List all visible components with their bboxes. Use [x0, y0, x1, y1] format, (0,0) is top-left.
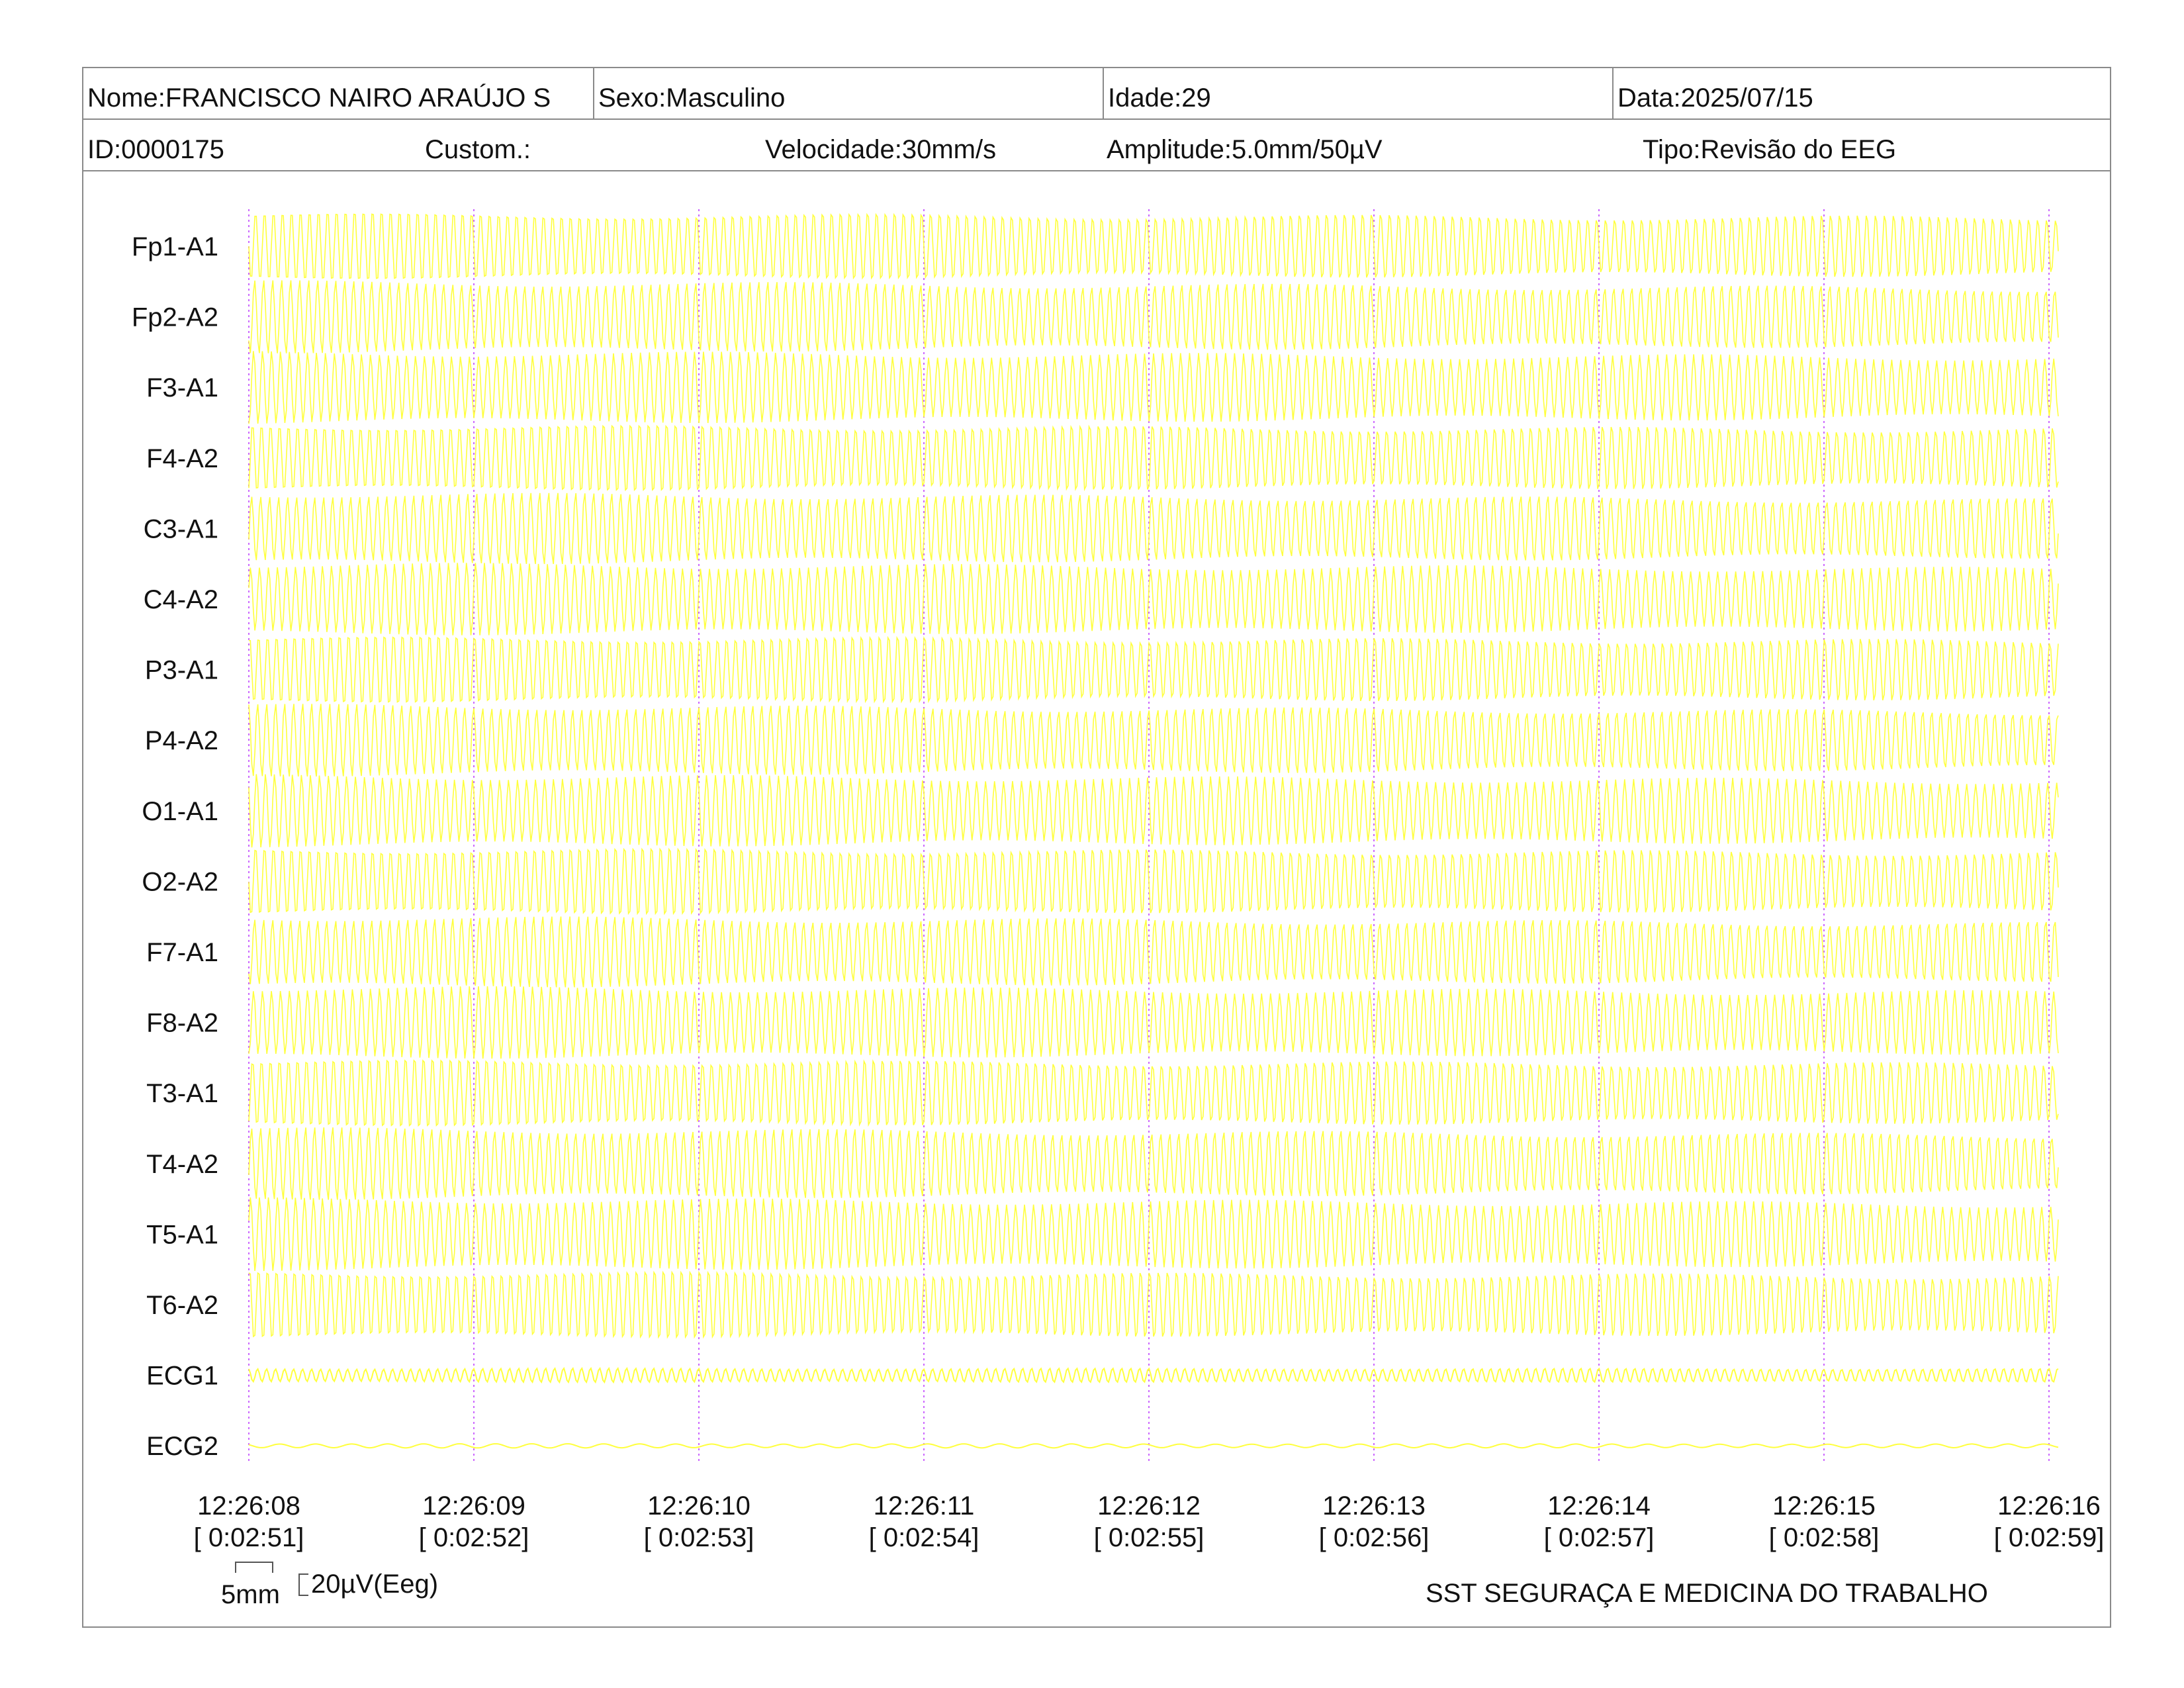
time-tick-clock: 12:26:14: [1547, 1491, 1651, 1521]
time-tick-clock: 12:26:13: [1322, 1491, 1426, 1521]
eeg-trace-t5-a1: [248, 1197, 2059, 1271]
channel-label: ECG2: [146, 1432, 218, 1461]
eeg-trace-c3-a1: [248, 492, 2059, 565]
time-tick-elapsed: [ 0:02:51]: [194, 1523, 304, 1552]
time-tick-elapsed: [ 0:02:52]: [419, 1523, 529, 1552]
channel-label: P4-A2: [145, 726, 218, 755]
channel-label: F7-A1: [146, 938, 218, 967]
eeg-trace-f7-a1: [248, 916, 2059, 988]
channel-label: ECG1: [146, 1362, 218, 1391]
time-tick-clock: 12:26:11: [874, 1491, 975, 1521]
time-tick-clock: 12:26:08: [197, 1491, 300, 1521]
channel-label: T6-A2: [146, 1291, 218, 1320]
eeg-trace-t6-a2: [248, 1270, 2059, 1339]
channel-label: T5-A1: [146, 1220, 218, 1249]
channel-label: C4-A2: [144, 585, 218, 614]
time-tick-clock: 12:26:10: [647, 1491, 751, 1521]
eeg-trace-c4-a2: [248, 563, 2059, 635]
channel-label: F8-A2: [146, 1009, 218, 1038]
channel-label: Fp1-A1: [132, 232, 218, 261]
time-tick-elapsed: [ 0:02:59]: [1994, 1523, 2105, 1552]
amplitude-scale-bar: [298, 1573, 308, 1596]
channel-label: F3-A1: [146, 373, 218, 402]
channel-label: Fp2-A2: [132, 303, 218, 332]
time-tick-clock: 12:26:16: [1997, 1491, 2101, 1521]
eeg-trace-f3-a1: [248, 351, 2059, 424]
channel-label: O2-A2: [142, 867, 218, 896]
time-tick-clock: 12:26:12: [1097, 1491, 1201, 1521]
eeg-trace-fp2-a2: [248, 280, 2059, 353]
time-tick-elapsed: [ 0:02:55]: [1094, 1523, 1205, 1552]
amplitude-scale-label: 20µV(Eeg): [311, 1570, 438, 1599]
eeg-trace-f4-a2: [248, 424, 2059, 492]
time-tick-elapsed: [ 0:02:57]: [1544, 1523, 1655, 1552]
eeg-trace-p4-a2: [248, 704, 2059, 777]
channel-label: O1-A1: [142, 797, 218, 826]
channel-label: T3-A1: [146, 1079, 218, 1108]
eeg-trace-chart: Fp1-A1 Fp2-A2 F3-A1 F4-A2 C3-A1 C4-A2 P3-A1 P4-…: [132, 209, 2105, 1609]
time-tick-elapsed: [ 0:02:58]: [1769, 1523, 1880, 1552]
time-scale-label: 5mm: [221, 1580, 280, 1609]
time-scale-bar: [235, 1562, 273, 1573]
channel-label: P3-A1: [145, 656, 218, 685]
eeg-trace-o1-a1: [248, 774, 2059, 848]
eeg-trace-t4-a2: [248, 1127, 2059, 1200]
time-tick-elapsed: [ 0:02:56]: [1319, 1523, 1430, 1552]
time-tick-elapsed: [ 0:02:54]: [869, 1523, 979, 1552]
eeg-trace-ecg1: [248, 1367, 2059, 1384]
time-tick-clock: 12:26:09: [422, 1491, 525, 1521]
channel-label: F4-A2: [146, 444, 218, 473]
eeg-trace-fp1-a1: [248, 212, 2059, 280]
eeg-trace-o2-a2: [248, 847, 2059, 915]
eeg-trace-t3-a1: [248, 1059, 2059, 1127]
time-tick-clock: 12:26:15: [1772, 1491, 1876, 1521]
eeg-trace-p3-a1: [248, 635, 2059, 704]
eeg-trace-f8-a2: [248, 986, 2059, 1059]
eeg-trace-ecg2: [248, 1443, 2059, 1449]
time-tick-elapsed: [ 0:02:53]: [644, 1523, 754, 1552]
channel-label: T4-A2: [146, 1150, 218, 1179]
channel-label: C3-A1: [144, 514, 218, 543]
